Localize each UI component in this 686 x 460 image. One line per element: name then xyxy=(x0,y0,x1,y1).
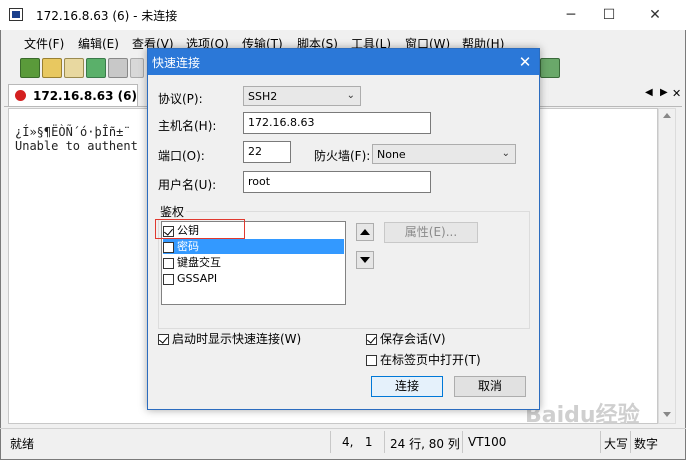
caps-indicator: 大写 xyxy=(604,437,629,451)
menu-file[interactable]: 文件(F) xyxy=(24,35,64,52)
title-bar: 172.16.8.63 (6) - 未连接 ─ ☐ ✕ xyxy=(0,0,686,30)
save-session-option[interactable]: 保存会话(V) xyxy=(366,330,446,347)
dialog-title-bar: 快速连接 ✕ xyxy=(148,49,539,75)
protocol-select[interactable]: SSH2 ⌄ xyxy=(243,86,361,106)
hostname-label: 主机名(H): xyxy=(158,119,217,133)
close-button[interactable]: ✕ xyxy=(632,0,678,30)
auth-item-label: 密码 xyxy=(177,240,199,253)
username-input[interactable]: root xyxy=(243,171,431,193)
status-divider xyxy=(330,431,331,453)
connect-icon[interactable] xyxy=(20,58,40,78)
tab-scroll-left-icon[interactable]: ◀ xyxy=(645,87,653,98)
show-on-startup-label: 启动时显示快速连接(W) xyxy=(172,332,302,346)
tab-session[interactable]: 172.16.8.63 (6) xyxy=(8,84,138,106)
hostname-input[interactable]: 172.16.8.63 xyxy=(243,112,431,134)
arrow-down-icon xyxy=(360,257,370,263)
protocol-label: 协议(P): xyxy=(158,92,203,106)
app-icon xyxy=(9,8,23,21)
chevron-down-icon: ⌄ xyxy=(501,148,510,159)
checkbox[interactable] xyxy=(366,334,377,345)
username-value: root xyxy=(248,175,271,188)
properties-button[interactable]: 属性(E)... xyxy=(384,222,478,243)
port-input[interactable]: 22 xyxy=(243,141,291,163)
save-session-label: 保存会话(V) xyxy=(380,332,446,346)
dialog-close-icon[interactable]: ✕ xyxy=(514,51,536,73)
terminal-line: Unable to authent xyxy=(15,139,138,153)
firewall-value: None xyxy=(377,148,406,161)
move-up-button[interactable] xyxy=(356,223,374,241)
checkbox[interactable] xyxy=(366,355,377,366)
cursor-position: 4, 1 xyxy=(342,435,373,449)
move-down-button[interactable] xyxy=(356,251,374,269)
tab-close-icon[interactable]: ✕ xyxy=(672,87,681,100)
port-label: 端口(O): xyxy=(158,149,205,163)
auth-group-title: 鉴权 xyxy=(158,203,187,220)
terminal-size: 24 行, 80 列 xyxy=(390,437,460,451)
protocol-value: SSH2 xyxy=(248,90,278,103)
checkbox[interactable] xyxy=(163,241,174,253)
checkbox[interactable] xyxy=(158,334,169,345)
status-divider xyxy=(384,431,385,453)
hostname-value: 172.16.8.63 xyxy=(248,116,315,129)
username-label: 用户名(U): xyxy=(158,178,217,192)
watermark-text: Baidu经验 xyxy=(525,403,640,428)
num-indicator: 数字 xyxy=(634,437,659,451)
port-value: 22 xyxy=(248,145,262,158)
checkbox[interactable] xyxy=(163,273,174,285)
tab-scroll-right-icon[interactable]: ▶ xyxy=(660,87,668,98)
arrow-up-icon xyxy=(360,229,370,235)
input-icon[interactable] xyxy=(130,58,144,78)
auth-item-gssapi[interactable]: GSSAPI xyxy=(163,271,344,286)
window-title: 172.16.8.63 (6) - 未连接 xyxy=(36,9,178,23)
checkbox[interactable] xyxy=(163,257,174,269)
show-on-startup-option[interactable]: 启动时显示快速连接(W) xyxy=(158,330,301,347)
map-icon[interactable] xyxy=(540,58,560,78)
highlight-annotation xyxy=(155,219,245,239)
status-text: 就绪 xyxy=(10,437,35,451)
menu-edit[interactable]: 编辑(E) xyxy=(78,35,119,52)
emulation: VT100 xyxy=(468,435,507,449)
watermark-logo: Baidu经验 xyxy=(525,397,675,437)
auth-item-password[interactable]: 密码 xyxy=(163,239,344,254)
status-divider xyxy=(462,431,463,453)
firewall-label: 防火墙(F): xyxy=(314,149,371,163)
dialog-title: 快速连接 xyxy=(152,56,201,70)
tab-label: 172.16.8.63 (6) xyxy=(33,89,137,103)
auth-item-label: GSSAPI xyxy=(177,272,218,285)
maximize-button[interactable]: ☐ xyxy=(586,0,632,30)
error-icon xyxy=(15,90,26,101)
reconnect-icon[interactable] xyxy=(86,58,106,78)
connect-button[interactable]: 连接 xyxy=(371,376,443,397)
open-in-tab-label: 在标签页中打开(T) xyxy=(380,353,481,367)
folder-icon[interactable] xyxy=(64,58,84,78)
quick-connect-icon[interactable] xyxy=(42,58,62,78)
vertical-scrollbar[interactable] xyxy=(658,108,676,424)
auth-item-label: 键盘交互 xyxy=(177,256,221,269)
scroll-up-icon[interactable] xyxy=(663,113,671,118)
terminal-line: ¿Í»§¶ËÒÑ´ó·þÎñ±¨ xyxy=(15,125,131,139)
firewall-select[interactable]: None ⌄ xyxy=(372,144,516,164)
disconnect-icon[interactable] xyxy=(108,58,128,78)
open-in-tab-option[interactable]: 在标签页中打开(T) xyxy=(366,351,481,368)
cancel-button[interactable]: 取消 xyxy=(454,376,526,397)
auth-item-keyboard[interactable]: 键盘交互 xyxy=(163,255,344,270)
chevron-down-icon: ⌄ xyxy=(346,90,355,101)
